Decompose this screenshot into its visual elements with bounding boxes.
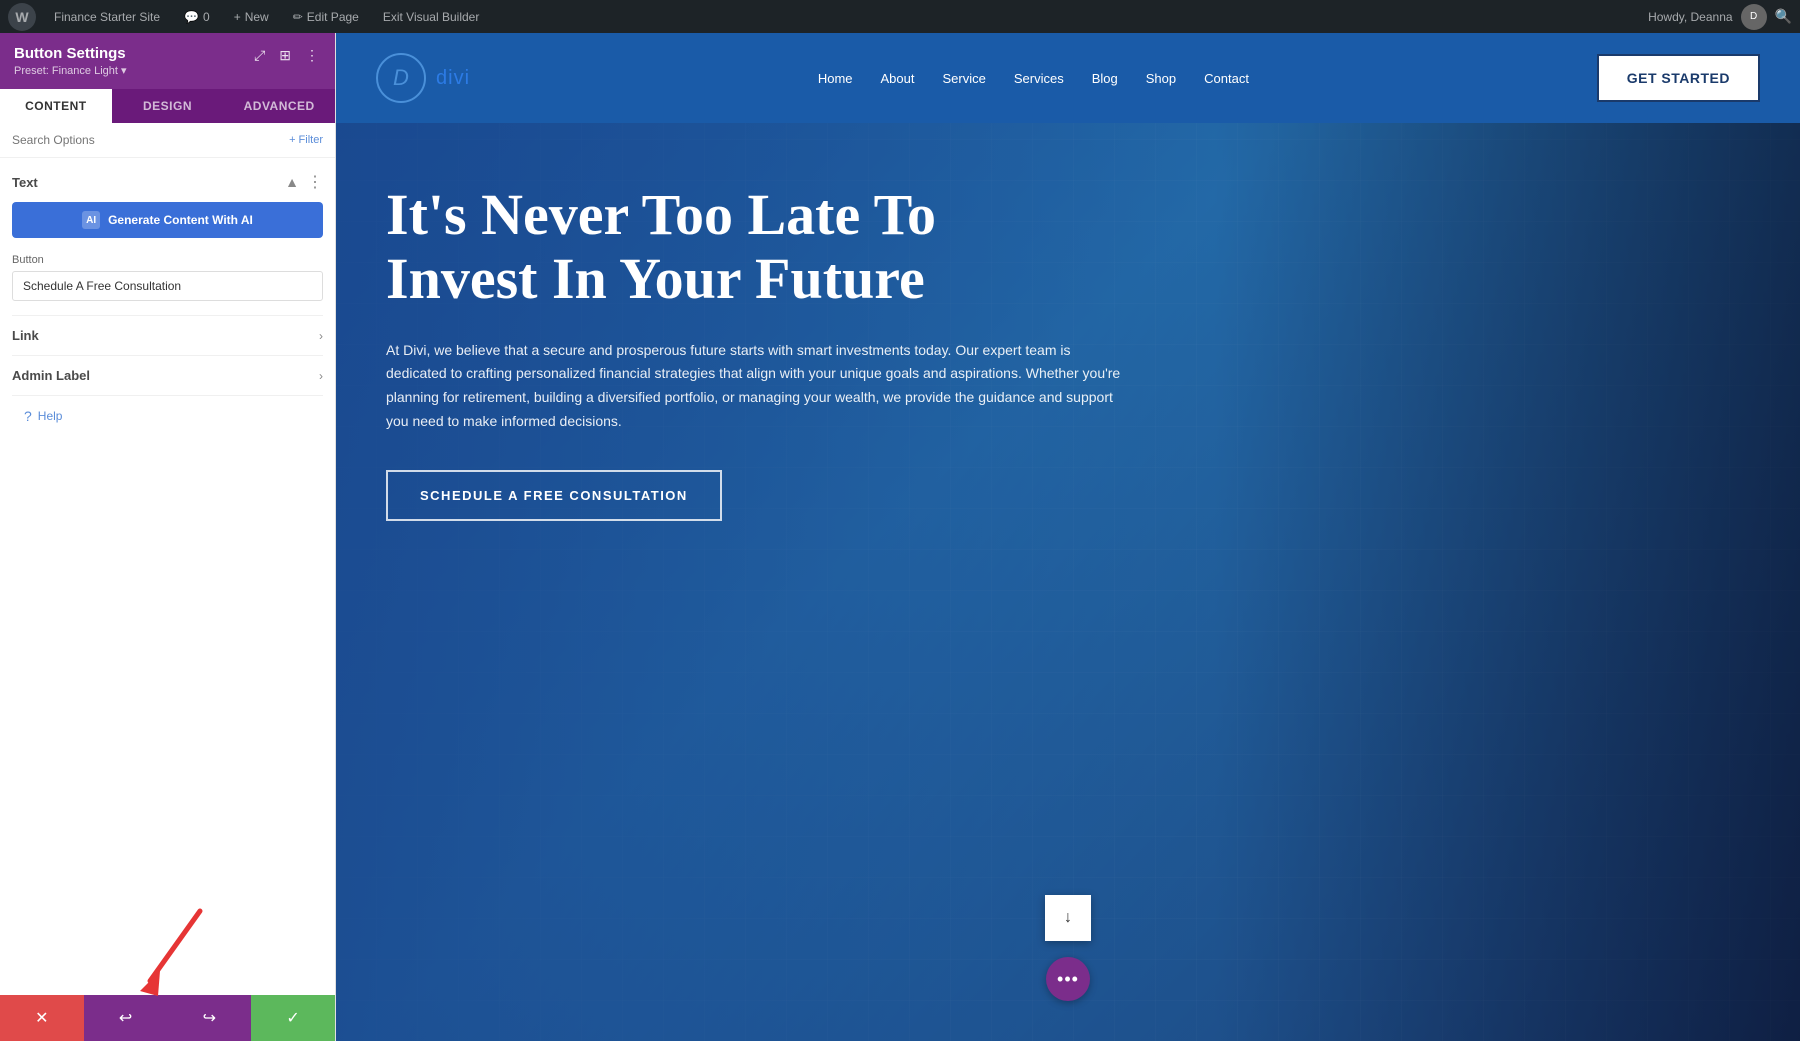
hero-cta-button[interactable]: SCHEDULE A FREE CONSULTATION xyxy=(386,470,722,521)
button-text-input[interactable] xyxy=(12,271,323,301)
sidebar-preset[interactable]: Preset: Finance Light ▾ xyxy=(14,64,127,77)
logo-text: divi xyxy=(436,67,470,90)
help-icon: ? xyxy=(24,408,32,424)
help-link[interactable]: Help xyxy=(38,409,63,423)
text-section-header: Text ▲ ⋮ xyxy=(12,172,323,192)
exit-builder-link[interactable]: Exit Visual Builder xyxy=(377,6,486,28)
tab-content[interactable]: Content xyxy=(0,89,112,123)
sidebar-title-area: Button Settings Preset: Finance Light ▾ xyxy=(14,45,127,77)
nav-blog[interactable]: Blog xyxy=(1092,71,1118,86)
admin-search-icon[interactable]: 🔍 xyxy=(1775,8,1792,25)
cancel-button[interactable]: ✕ xyxy=(0,995,84,1041)
save-icon: ✓ xyxy=(286,1008,299,1028)
nav-services[interactable]: Services xyxy=(1014,71,1064,86)
link-section: Link › xyxy=(12,315,323,355)
hero-description: At Divi, we believe that a secure and pr… xyxy=(386,339,1126,434)
nav-shop[interactable]: Shop xyxy=(1146,71,1176,86)
new-link[interactable]: + New xyxy=(228,6,275,28)
link-section-header[interactable]: Link › xyxy=(12,328,323,343)
undo-icon: ↩ xyxy=(119,1008,132,1028)
wordpress-logo[interactable]: W xyxy=(8,3,36,31)
edit-page-link[interactable]: ✏ Edit Page xyxy=(287,6,365,28)
undo-button[interactable]: ↩ xyxy=(84,995,168,1041)
sidebar-header-icons: ⤢ ⊞ ⋮ xyxy=(252,45,321,66)
link-section-title: Link xyxy=(12,328,39,343)
admin-bar-right: Howdy, Deanna D 🔍 xyxy=(1648,4,1792,30)
admin-bar-left: W Finance Starter Site 💬 0 + New ✏ Edit … xyxy=(8,3,1636,31)
plus-icon: + xyxy=(234,10,241,24)
logo-circle: D xyxy=(376,53,426,103)
search-options-input[interactable] xyxy=(12,133,281,147)
hero-section: It's Never Too Late To Invest In Your Fu… xyxy=(336,123,1800,1041)
site-navigation: D divi Home About Service Services Blog … xyxy=(336,33,1800,123)
main-layout: Button Settings Preset: Finance Light ▾ … xyxy=(0,33,1800,1041)
hero-title: It's Never Too Late To Invest In Your Fu… xyxy=(386,183,1146,311)
nav-home[interactable]: Home xyxy=(818,71,853,86)
comments-link[interactable]: 💬 0 xyxy=(178,6,216,28)
text-section-title: Text xyxy=(12,175,38,190)
tab-advanced[interactable]: Advanced xyxy=(223,89,335,123)
generate-ai-button[interactable]: AI Generate Content With AI xyxy=(12,202,323,238)
save-button[interactable]: ✓ xyxy=(251,995,335,1041)
hero-content: It's Never Too Late To Invest In Your Fu… xyxy=(336,123,1196,581)
sidebar-tabs: Content Design Advanced xyxy=(0,89,335,123)
admin-label-chevron-icon: › xyxy=(319,369,323,383)
sidebar-header: Button Settings Preset: Finance Light ▾ … xyxy=(0,33,335,89)
filter-button[interactable]: + Filter xyxy=(289,134,323,146)
purple-options-button[interactable]: ••• xyxy=(1046,957,1090,1001)
more-options-icon[interactable]: ⋮ xyxy=(303,45,321,66)
scroll-down-icon: ↓ xyxy=(1064,909,1072,927)
redo-button[interactable]: ↪ xyxy=(168,995,252,1041)
scroll-down-button[interactable]: ↓ xyxy=(1045,895,1091,941)
site-name-link[interactable]: Finance Starter Site xyxy=(48,6,166,28)
sidebar: Button Settings Preset: Finance Light ▾ … xyxy=(0,33,336,1041)
redo-icon: ↪ xyxy=(203,1008,216,1028)
ai-icon: AI xyxy=(82,211,100,229)
howdy-text: Howdy, Deanna xyxy=(1648,10,1733,24)
sidebar-title: Button Settings xyxy=(14,45,127,62)
get-started-button[interactable]: GET STARTED xyxy=(1597,54,1760,102)
site-logo: D divi xyxy=(376,53,470,103)
avatar[interactable]: D xyxy=(1741,4,1767,30)
admin-bar: W Finance Starter Site 💬 0 + New ✏ Edit … xyxy=(0,0,1800,33)
cancel-icon: ✕ xyxy=(35,1008,48,1028)
link-chevron-icon: › xyxy=(319,329,323,343)
nav-links: Home About Service Services Blog Shop Co… xyxy=(818,71,1249,86)
button-field-group: Button xyxy=(12,254,323,301)
nav-about[interactable]: About xyxy=(881,71,915,86)
sidebar-content: Text ▲ ⋮ AI Generate Content With AI But… xyxy=(0,158,335,995)
fullscreen-icon[interactable]: ⤢ xyxy=(252,45,267,66)
help-section: ? Help xyxy=(12,395,323,436)
section-controls: ▲ ⋮ xyxy=(285,172,323,192)
nav-service[interactable]: Service xyxy=(943,71,986,86)
admin-label-section-header[interactable]: Admin Label › xyxy=(12,368,323,383)
admin-label-title: Admin Label xyxy=(12,368,90,383)
tab-design[interactable]: Design xyxy=(112,89,224,123)
admin-label-section: Admin Label › xyxy=(12,355,323,395)
main-content-area: D divi Home About Service Services Blog … xyxy=(336,33,1800,1041)
collapse-icon[interactable]: ▲ xyxy=(285,174,299,190)
three-dots-icon: ••• xyxy=(1057,969,1079,990)
button-field-label: Button xyxy=(12,254,323,266)
nav-contact[interactable]: Contact xyxy=(1204,71,1249,86)
grid-icon[interactable]: ⊞ xyxy=(277,45,293,66)
comment-icon: 💬 xyxy=(184,10,199,24)
sidebar-bottom-bar: ✕ ↩ ↪ ✓ xyxy=(0,995,335,1041)
section-more-icon[interactable]: ⋮ xyxy=(307,172,323,192)
sidebar-search-bar: + Filter xyxy=(0,123,335,158)
pencil-icon: ✏ xyxy=(293,10,303,24)
